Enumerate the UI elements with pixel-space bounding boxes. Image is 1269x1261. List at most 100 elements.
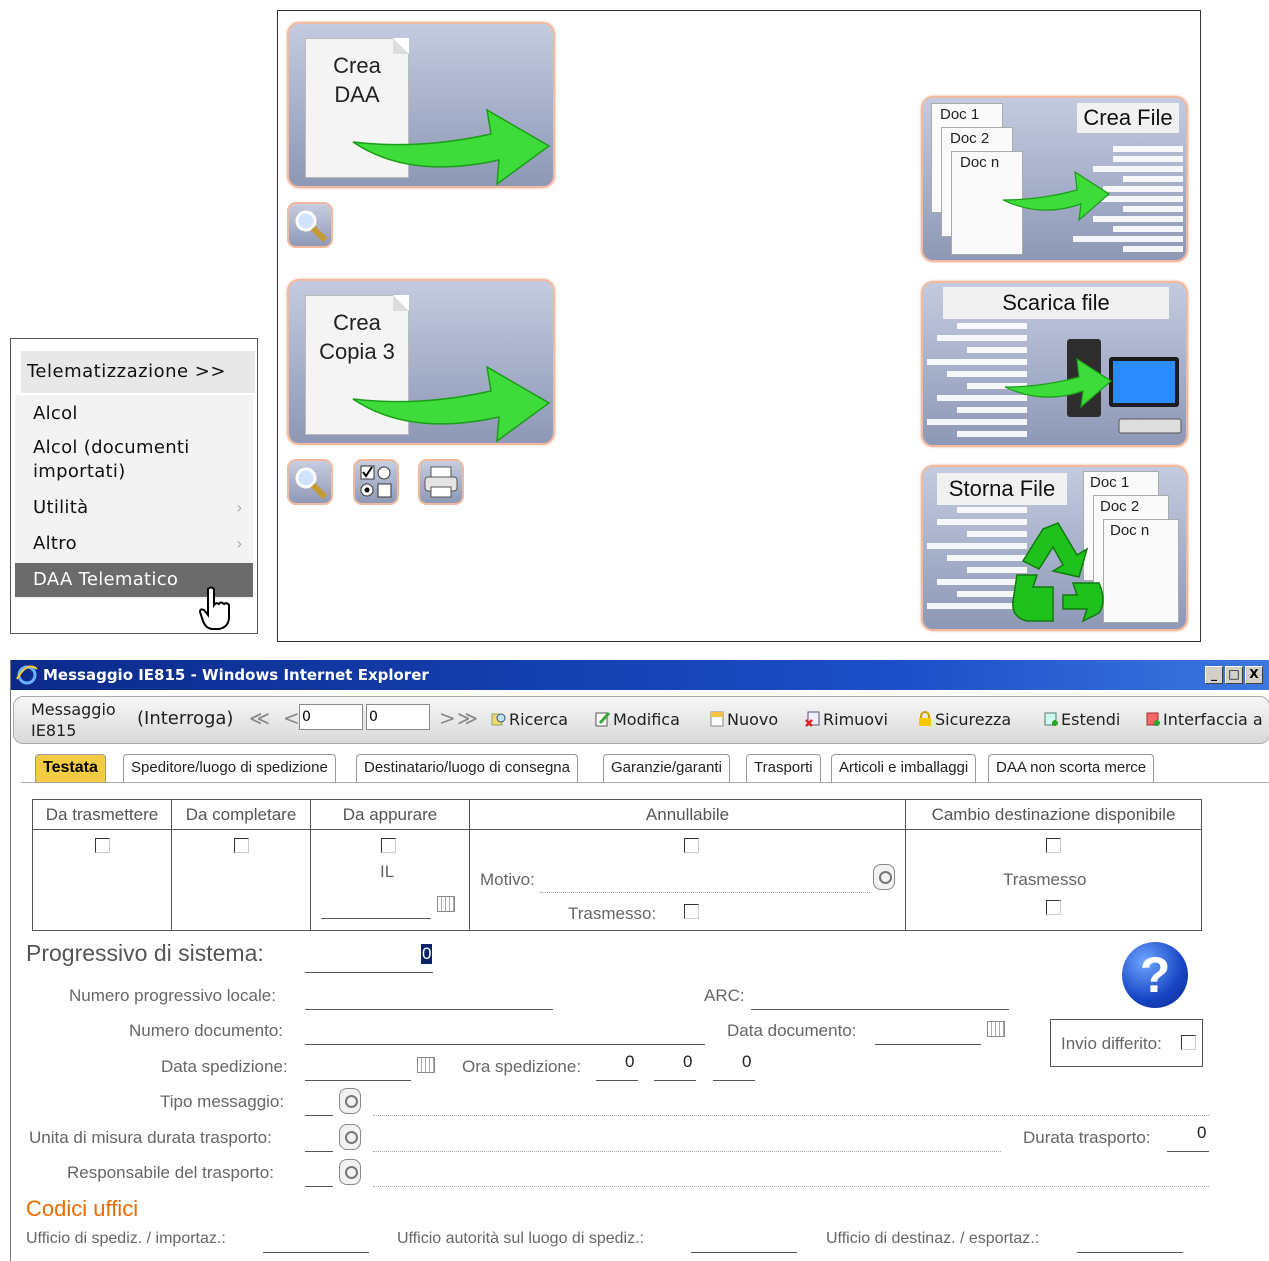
ricerca-button[interactable]: Ricerca <box>491 710 568 729</box>
arc-field[interactable] <box>751 1009 1009 1010</box>
crea-copia-line1: Crea <box>333 310 381 335</box>
green-arrow-icon <box>1004 357 1112 409</box>
maximize-button[interactable]: □ <box>1225 666 1243 684</box>
print-button[interactable] <box>418 459 464 505</box>
chevron-right-icon: › <box>236 534 243 553</box>
col-da-completare: Da completare <box>172 800 311 930</box>
progressivo-field[interactable] <box>305 972 433 973</box>
nav-last-button[interactable]: ≫ <box>457 706 478 730</box>
chevron-right-icon: › <box>236 498 243 517</box>
motivo-label: Motivo: <box>480 870 535 889</box>
invio-differito-checkbox[interactable] <box>1181 1035 1196 1050</box>
numero-locale-field[interactable] <box>305 1009 553 1010</box>
tab-garanzie[interactable]: Garanzie/garanti <box>603 754 730 782</box>
calendar-icon[interactable] <box>437 896 455 912</box>
unita-misura-field[interactable] <box>305 1151 333 1152</box>
menu-item-label: Altro <box>33 533 77 554</box>
search-icon <box>491 713 506 726</box>
motivo-field[interactable] <box>540 892 870 893</box>
calendar-icon[interactable] <box>417 1057 435 1073</box>
ufficio-autorita-field[interactable] <box>691 1252 797 1253</box>
cambio-trasmesso-checkbox[interactable] <box>1046 900 1061 915</box>
crea-file-button[interactable]: Doc 1 Doc 2 Doc n Crea File <box>921 96 1188 262</box>
menu-item-altro[interactable]: Altro › <box>15 527 253 561</box>
ie-window: Messaggio IE815 - Windows Internet Explo… <box>10 660 1269 1261</box>
da-completare-checkbox[interactable] <box>234 838 249 853</box>
tab-trasporti[interactable]: Trasporti <box>746 754 821 782</box>
progressivo-value[interactable]: 0 <box>421 944 433 964</box>
action-label: Estendi <box>1061 710 1121 729</box>
ora-s-field[interactable] <box>713 1080 755 1081</box>
col-header: Da completare <box>172 800 310 830</box>
ufficio-spedizione-label: Ufficio di spediz. / importaz.: <box>26 1230 226 1247</box>
tab-articoli[interactable]: Articoli e imballaggi <box>831 754 977 782</box>
tab-destinatario[interactable]: Destinatario/luogo di consegna <box>356 754 578 782</box>
help-icon[interactable]: ? <box>1122 942 1188 1008</box>
ora-h-field[interactable] <box>596 1080 638 1081</box>
ufficio-spedizione-field[interactable] <box>263 1252 369 1253</box>
col-da-appurare: Da appurare IL <box>311 800 470 930</box>
motivo-lookup-button[interactable] <box>873 864 895 890</box>
menu-item-utilita[interactable]: Utilità › <box>15 491 253 525</box>
search-copia-button[interactable] <box>287 459 333 505</box>
ora-m-field[interactable] <box>654 1080 696 1081</box>
hand-cursor-icon <box>198 586 230 630</box>
tipo-messaggio-field[interactable] <box>305 1115 333 1116</box>
crea-copia3-button[interactable]: Crea Copia 3 <box>287 279 555 445</box>
scarica-file-button[interactable]: Scarica file <box>921 281 1188 447</box>
da-appurare-checkbox[interactable] <box>381 838 396 853</box>
nav-first-button[interactable]: ≪ <box>249 706 270 730</box>
storna-file-button[interactable]: Storna File Doc 1 Doc 2 Doc n <box>921 465 1188 631</box>
green-arrow-icon <box>352 108 551 186</box>
modifica-button[interactable]: Modifica <box>595 710 680 729</box>
da-trasmettere-checkbox[interactable] <box>95 838 110 853</box>
data-spedizione-label: Data spedizione: <box>161 1057 288 1076</box>
numero-documento-field[interactable] <box>305 1044 705 1045</box>
responsabile-label: Responsabile del trasporto: <box>67 1163 274 1182</box>
interfaccia-button[interactable]: Interfaccia a <box>1145 710 1263 729</box>
nav-prev-button[interactable]: < <box>283 706 300 730</box>
tab-daa-non-scorta[interactable]: DAA non scorta merce <box>988 754 1155 782</box>
data-spedizione-field[interactable] <box>305 1080 411 1081</box>
annullabile-checkbox[interactable] <box>684 838 699 853</box>
cambio-checkbox[interactable] <box>1046 838 1061 853</box>
durata-trasporto-field[interactable] <box>1167 1151 1209 1152</box>
data-documento-field[interactable] <box>875 1044 981 1045</box>
annullabile-trasmesso-checkbox[interactable] <box>684 904 699 919</box>
menu-item-alcol-importati[interactable]: Alcol (documenti importati) <box>15 433 253 485</box>
crea-daa-button[interactable]: Crea DAA <box>287 22 555 188</box>
il-date-field[interactable] <box>321 918 431 919</box>
responsabile-desc <box>373 1186 1209 1187</box>
record-total-input[interactable] <box>366 704 430 730</box>
tipo-messaggio-desc <box>373 1115 1209 1116</box>
il-label: IL <box>380 862 395 881</box>
minimize-button[interactable]: _ <box>1205 666 1223 684</box>
ufficio-destinazione-field[interactable] <box>1077 1252 1183 1253</box>
checklist-button[interactable] <box>353 459 399 505</box>
tipo-messaggio-lookup-button[interactable] <box>339 1088 361 1114</box>
submenu-list: Alcol Alcol (documenti importati) Utilit… <box>15 395 253 599</box>
responsabile-lookup-button[interactable] <box>339 1159 361 1185</box>
menu-item-alcol[interactable]: Alcol <box>15 397 253 431</box>
search-daa-button[interactable] <box>287 202 333 248</box>
col-annullabile: Annullabile Motivo: Trasmesso: <box>470 800 906 930</box>
sicurezza-button[interactable]: Sicurezza <box>917 710 1011 729</box>
estendi-button[interactable]: Estendi <box>1043 710 1120 729</box>
record-number-input[interactable] <box>299 704 363 730</box>
calendar-icon[interactable] <box>987 1021 1005 1037</box>
progressivo-label: Progressivo di sistema: <box>26 940 264 966</box>
lock-icon <box>919 711 931 726</box>
green-arrow-icon <box>1002 170 1110 222</box>
delete-icon <box>805 711 820 727</box>
tab-testata[interactable]: Testata <box>35 754 106 782</box>
nuovo-button[interactable]: Nuovo <box>709 710 778 729</box>
status-grid: Da trasmettere Da completare Da appurare… <box>32 799 1202 931</box>
responsabile-field[interactable] <box>305 1186 333 1187</box>
nav-next-button[interactable]: > <box>439 706 456 730</box>
tab-speditore[interactable]: Speditore/luogo di spedizione <box>123 754 336 782</box>
menu-header-telematizzazione[interactable]: Telematizzazione >> <box>21 351 255 393</box>
magnifier-icon <box>295 467 328 500</box>
unita-misura-lookup-button[interactable] <box>339 1124 361 1150</box>
close-button[interactable]: X <box>1245 666 1263 684</box>
rimuovi-button[interactable]: Rimuovi <box>805 710 888 729</box>
